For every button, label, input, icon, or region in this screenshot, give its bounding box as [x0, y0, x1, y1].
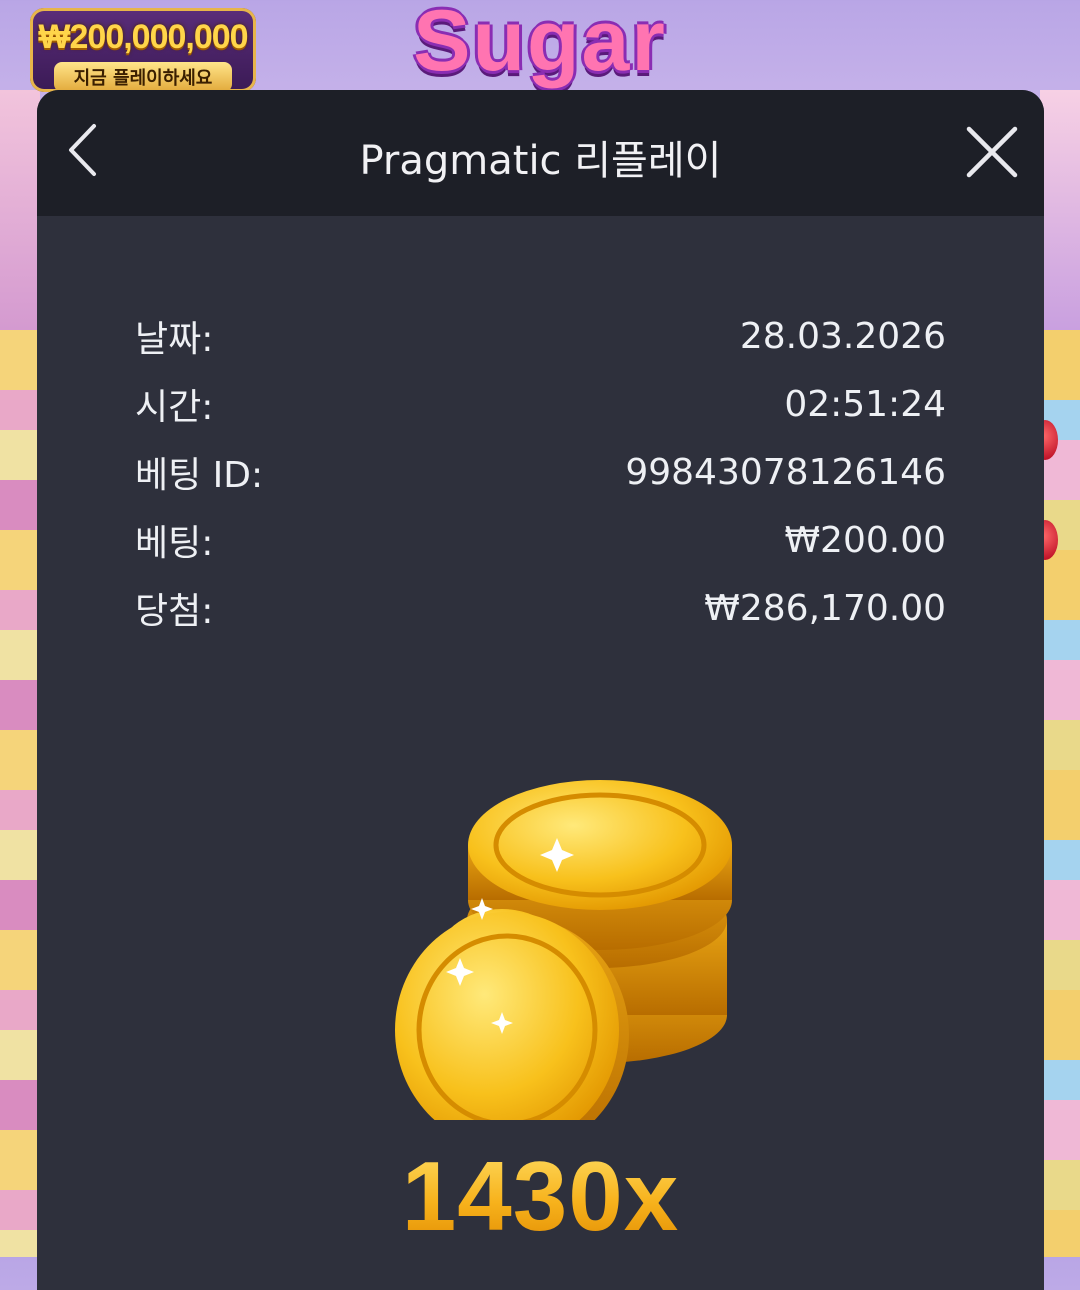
bet-label: 베팅:: [135, 523, 214, 564]
background-pillar-left: [0, 90, 40, 330]
info-row-bet-id: 베팅 ID: 99843078126146: [135, 438, 946, 506]
play-now-button[interactable]: 지금 플레이하세요: [54, 62, 232, 92]
bet-info-list: 날짜: 28.03.2026 시간: 02:51:24 베팅 ID: 99843…: [135, 302, 946, 642]
close-icon: [966, 126, 1018, 178]
time-value: 02:51:24: [784, 383, 946, 425]
win-label: 당첨:: [135, 591, 214, 632]
info-row-date: 날짜: 28.03.2026: [135, 302, 946, 370]
modal-title: Pragmatic 리플레이: [359, 138, 722, 184]
game-logo: Sugar: [413, 0, 667, 89]
gold-coins-icon: [395, 780, 732, 1120]
replay-modal: Pragmatic 리플레이 날짜: 28.03.2026 시간: 02:51:…: [37, 90, 1044, 1290]
date-label: 날짜:: [135, 319, 214, 360]
win-multiplier: 1430x: [37, 1140, 1044, 1253]
modal-header: Pragmatic 리플레이: [37, 90, 1044, 216]
background-reel-left: [0, 330, 40, 1257]
date-value: 28.03.2026: [739, 315, 946, 357]
bet-id-label: 베팅 ID:: [135, 455, 264, 496]
background-reel-right: [1040, 330, 1080, 1257]
info-row-win: 당첨: ₩286,170.00: [135, 574, 946, 642]
bet-id-value: 99843078126146: [625, 451, 946, 493]
background-pillar-right: [1040, 90, 1080, 330]
jackpot-amount: ₩200,000,000: [38, 18, 248, 56]
win-value: ₩286,170.00: [704, 587, 946, 629]
info-row-bet: 베팅: ₩200.00: [135, 506, 946, 574]
info-row-time: 시간: 02:51:24: [135, 370, 946, 438]
close-button[interactable]: [960, 120, 1024, 184]
jackpot-banner[interactable]: ₩200,000,000 지금 플레이하세요: [30, 8, 256, 92]
time-label: 시간:: [135, 387, 214, 428]
bet-value: ₩200.00: [784, 519, 946, 561]
